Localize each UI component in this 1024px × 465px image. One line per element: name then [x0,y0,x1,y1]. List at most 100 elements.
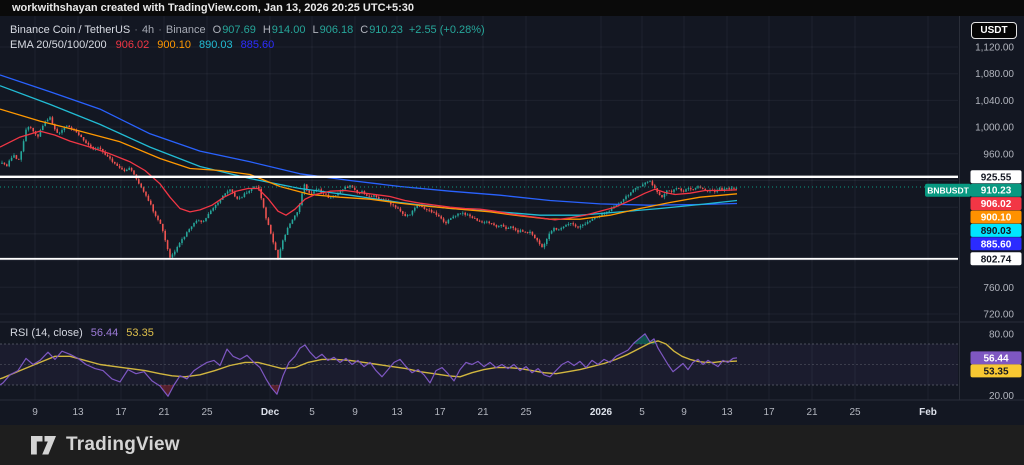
candle-body [236,197,238,199]
candle-body [193,223,195,227]
interval-label[interactable]: 4h [142,24,154,36]
candle-body [184,237,186,239]
candle-body [164,231,166,240]
symbol-name[interactable]: Binance Coin / TetherUS [10,24,130,36]
candle-body [133,171,135,175]
price-axis-label: 1,000.00 [975,123,1014,134]
candle-body [702,188,704,189]
ema-indicator-label[interactable]: EMA 20/50/100/200 [10,39,107,51]
candle-body [234,192,236,196]
candle-body [83,137,85,140]
candle-body [731,188,733,189]
candle-body [157,216,159,220]
time-axis-label: 5 [639,407,645,418]
candle-body [59,133,61,134]
candle-body [4,163,6,165]
rsi-legend: RSI (14, close)56.4453.35 [10,327,154,339]
tradingview-logo-icon[interactable] [30,435,57,456]
candle-body [47,120,49,122]
candle-body [580,226,582,228]
candle-body [426,209,428,210]
candle-body [131,168,133,171]
candle-body [630,192,632,195]
exchange-label[interactable]: Binance [166,24,206,36]
candle-body [289,224,291,228]
candle-body [126,170,128,171]
candle-body [155,212,157,216]
candle-body [431,210,433,212]
candle-body [224,193,226,195]
candle-body [23,141,25,151]
candle-body [42,126,44,130]
candle-body [635,188,637,190]
candle-body [469,215,471,217]
candle-body [620,202,622,204]
candle-body [532,232,534,235]
candle-body [37,134,39,136]
candle-body [484,222,486,223]
price-axis-label: 1,120.00 [975,43,1014,54]
price-level-label-text: 925.55 [981,172,1012,183]
change-value: +2.55 (+0.28%) [409,24,485,36]
candle-body [292,220,294,224]
candle-body [13,155,15,158]
candle-body [452,217,454,219]
candle-body [167,240,169,249]
candle-body [88,143,90,145]
candle-body [32,128,34,131]
tradingview-brand-text[interactable]: TradingView [66,434,180,456]
candle-body [486,222,488,223]
candle-body [728,188,730,189]
high-label: H [263,24,271,36]
chart-canvas[interactable]: 1,120.001,080.001,040.001,000.00960.0076… [0,16,1024,425]
candle-body [20,151,22,159]
chart-legend: Binance Coin / TetherUS·4h·BinanceO907.6… [10,23,485,53]
rsi-value: 56.44 [91,327,119,339]
candle-body [508,228,510,229]
candle-body [270,225,272,234]
candle-body [114,162,116,164]
price-level-label-text: 900.10 [981,213,1012,224]
rsi-indicator-label[interactable]: RSI (14, close) [10,327,83,339]
time-axis-label: 9 [32,407,38,418]
time-axis-label: 17 [434,407,446,418]
candle-body [517,230,519,232]
candle-body [577,227,579,228]
candle-body [652,181,654,185]
candle-body [464,213,466,215]
candle-body [349,186,351,188]
candle-body [368,196,370,197]
candle-body [536,238,538,240]
price-axis-label: 960.00 [983,149,1014,160]
candle-body [493,223,495,225]
candle-body [97,148,99,149]
candle-body [736,188,738,189]
candle-body [294,216,296,220]
candle-body [673,189,675,191]
candle-body [544,244,546,247]
candle-body [563,227,565,228]
candle-body [244,193,246,197]
candle-body [457,214,459,216]
time-axis-label: 25 [849,407,861,418]
candle-body [205,218,207,221]
candle-body [548,234,550,239]
candle-body [575,225,577,227]
time-axis[interactable] [0,400,1024,424]
candle-body [654,185,656,188]
candle-body [186,232,188,236]
currency-toggle-button[interactable]: USDT [971,22,1017,39]
candle-body [668,191,670,192]
candle-body [366,194,368,196]
candle-body [407,215,409,216]
candle-body [416,206,418,208]
candle-body [572,223,574,224]
candle-body [440,216,442,218]
candle-body [539,240,541,244]
candle-body [344,187,346,189]
candle-body [340,191,342,193]
candle-body [592,219,594,221]
candle-body [546,239,548,244]
separator-dot: · [158,24,162,36]
time-axis-label: 2026 [590,407,613,418]
